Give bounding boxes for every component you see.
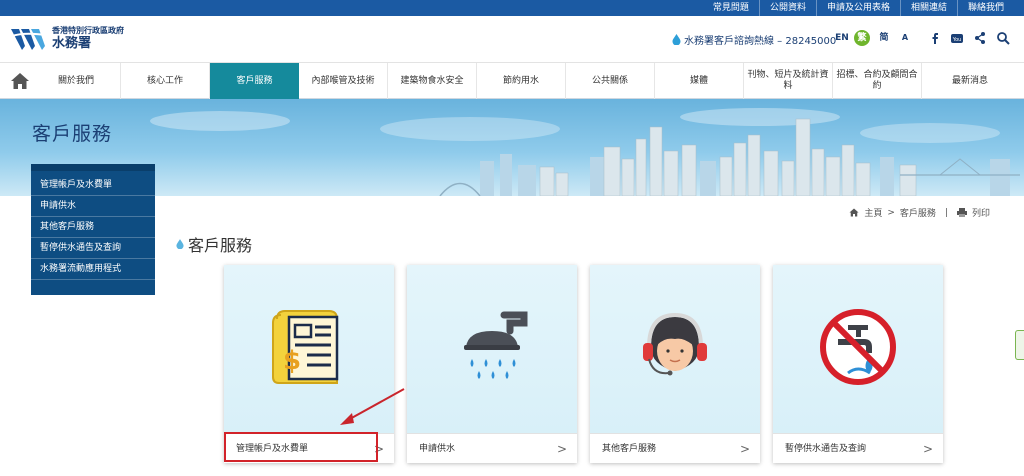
card-label-text: 申請供水 <box>419 444 456 454</box>
share-icon[interactable] <box>972 30 988 46</box>
site-header: 香港特別行政區政府 水務署 水務署客戶諮詢熱線 – 28245000 EN 繁 … <box>0 16 1024 62</box>
nav-item-customer-services[interactable]: 客戶服務 <box>210 63 299 99</box>
svg-text:You: You <box>952 37 962 43</box>
nav-item-plumbing[interactable]: 內部喉管及技術 <box>299 63 388 99</box>
breadcrumb-current: 客戶服務 <box>899 209 936 219</box>
search-icon[interactable] <box>995 30 1011 46</box>
water-drop-icon <box>672 34 681 45</box>
nav-item-drinking-water-safety[interactable]: 建築物食水安全 <box>388 63 477 99</box>
nav-item-public-relations[interactable]: 公共關係 <box>566 63 655 99</box>
breadcrumb-home-icon <box>849 208 859 217</box>
utility-link-faq[interactable]: 常見問題 <box>703 0 759 16</box>
lang-sc-button[interactable]: 简 <box>876 30 892 46</box>
nav-item-publications[interactable]: 刊物、短片及統計資料 <box>744 63 833 99</box>
home-icon[interactable] <box>10 72 30 90</box>
breadcrumb-divider: | <box>944 207 948 218</box>
chevron-right-icon: > <box>556 442 567 456</box>
utility-link-forms[interactable]: 申請及公用表格 <box>815 0 900 16</box>
floating-side-widget[interactable] <box>1015 330 1024 360</box>
nav-item-about[interactable]: 關於我們 <box>32 63 121 99</box>
lang-en-button[interactable]: EN <box>834 30 850 46</box>
shower-icon <box>464 311 528 379</box>
hotline-text: 水務署客戶諮詢熱線 – 28245000 <box>684 36 837 47</box>
card-label-text: 暫停供水通告及查詢 <box>785 444 867 454</box>
nav-item-media[interactable]: 媒體 <box>655 63 744 99</box>
customer-hotline: 水務署客戶諮詢熱線 – 28245000 <box>672 32 836 47</box>
utility-links: 常見問題 公開資料 申請及公用表格 相關連結 聯絡我們 <box>703 0 1014 16</box>
side-menu-item-account-bill[interactable]: 管理帳戶及水費單 <box>31 175 155 196</box>
breadcrumb-home[interactable]: 主頁 <box>864 206 882 219</box>
side-menu: 管理帳戶及水費單 申請供水 其他客戶服務 暫停供水通告及查詢 水務署流動應用程式 <box>31 164 155 295</box>
card-label-text: 其他客戶服務 <box>602 444 657 454</box>
chevron-right-icon: > <box>739 442 750 456</box>
lang-tc-button[interactable]: 繁 <box>854 30 870 46</box>
customer-service-agent-icon <box>643 312 707 376</box>
side-menu-item-mobile-app[interactable]: 水務署流動應用程式 <box>31 259 155 280</box>
nav-item-tenders[interactable]: 招標、合約及顧問合約 <box>833 63 922 99</box>
bill-document-icon: $ <box>272 310 339 384</box>
service-card-other-services[interactable]: 其他客戶服務 > <box>590 265 760 463</box>
breadcrumb-separator: > <box>887 207 895 218</box>
page-title-text: 客戶服務 <box>188 236 253 255</box>
facebook-icon[interactable] <box>927 30 943 46</box>
service-card-apply-supply[interactable]: 申請供水 > <box>407 265 577 463</box>
banner-title: 客戶服務 <box>32 123 113 145</box>
utility-link-contact[interactable]: 聯絡我們 <box>956 0 1014 16</box>
logo-text: 香港特別行政區政府 水務署 <box>52 26 124 51</box>
side-menu-item-suspension-notice[interactable]: 暫停供水通告及查詢 <box>31 238 155 259</box>
top-utility-bar: 常見問題 公開資料 申請及公用表格 相關連結 聯絡我們 <box>0 0 1024 16</box>
nav-item-news[interactable]: 最新消息 <box>922 63 1018 99</box>
chevron-right-icon: > <box>922 442 933 456</box>
card-label-suspension-notice[interactable]: 暫停供水通告及查詢 > <box>773 433 943 463</box>
card-label-apply-supply[interactable]: 申請供水 > <box>407 433 577 463</box>
title-water-drop-icon <box>176 239 184 249</box>
highlight-box <box>224 432 378 462</box>
org-name-line1: 香港特別行政區政府 <box>52 26 124 35</box>
main-navigation: 關於我們 核心工作 客戶服務 內部喉管及技術 建築物食水安全 節約用水 公共關係… <box>0 62 1024 99</box>
utility-link-public-info[interactable]: 公開資料 <box>758 0 816 16</box>
org-name-line2: 水務署 <box>52 36 92 51</box>
breadcrumb: 主頁 > 客戶服務 | 列印 <box>849 206 990 219</box>
print-icon[interactable] <box>956 208 967 217</box>
nav-item-water-conservation[interactable]: 節約用水 <box>477 63 566 99</box>
card-label-other-services[interactable]: 其他客戶服務 > <box>590 433 760 463</box>
font-size-button[interactable]: A <box>897 30 913 46</box>
service-card-suspension-notice[interactable]: 暫停供水通告及查詢 > <box>773 265 943 463</box>
page-title: 客戶服務 <box>176 232 252 256</box>
nav-item-core-work[interactable]: 核心工作 <box>121 63 210 99</box>
youtube-icon[interactable]: You <box>949 30 965 46</box>
svg-text:$: $ <box>283 346 301 376</box>
utility-link-related[interactable]: 相關連結 <box>899 0 957 16</box>
print-link[interactable]: 列印 <box>972 206 990 219</box>
wsd-logo-icon[interactable] <box>10 26 48 52</box>
no-water-tap-icon <box>820 309 896 385</box>
side-menu-item-other-services[interactable]: 其他客戶服務 <box>31 217 155 238</box>
side-menu-item-apply-supply[interactable]: 申請供水 <box>31 196 155 217</box>
